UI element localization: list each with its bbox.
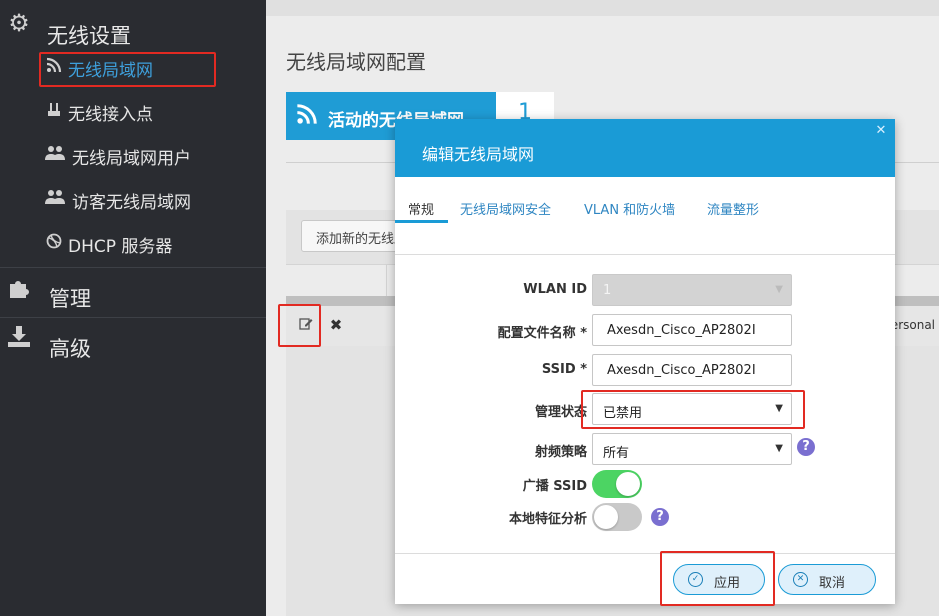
cancel-button-label: 取消 — [819, 576, 846, 591]
page-title: 无线局域网配置 — [286, 50, 426, 74]
broadcast-ssid-label: 广播 SSID — [522, 479, 587, 494]
wlan-id-label: WLAN ID — [523, 282, 587, 297]
puzzle-icon — [6, 276, 32, 302]
toggle-knob — [594, 505, 618, 529]
wifi-rss-icon — [296, 103, 318, 131]
delete-icon[interactable]: ✖ — [328, 316, 344, 334]
edit-wlan-modal: 编辑无线局域网 ✕ 常规 无线局域网安全 VLAN 和防火墙 流量整形 WLAN… — [395, 119, 895, 604]
broadcast-ssid-row: 广播 SSID — [395, 470, 895, 502]
highlight-box-edit — [278, 304, 321, 347]
sidebar-item-wlan-users[interactable]: 无线局域网用户 — [40, 140, 260, 176]
local-profiling-toggle[interactable] — [592, 503, 642, 531]
close-icon[interactable]: ✕ — [874, 124, 888, 138]
highlight-box-wlan — [39, 52, 216, 87]
broadcast-ssid-toggle[interactable] — [592, 470, 642, 498]
sidebar-item-access-points[interactable]: 无线接入点 — [40, 96, 260, 132]
profile-name-input[interactable]: Axesdn_Cisco_AP2802I — [592, 314, 792, 346]
guest-users-icon — [45, 189, 65, 207]
radio-policy-select[interactable]: 所有 ▼ — [592, 433, 792, 465]
chevron-down-icon: ▼ — [775, 443, 783, 454]
modal-title: 编辑无线局域网 — [422, 145, 535, 164]
cancel-button[interactable]: ✕ 取消 — [778, 564, 876, 595]
download-icon — [6, 324, 32, 350]
sidebar-section-label: 高级 — [49, 337, 91, 361]
column-divider — [386, 265, 387, 297]
help-icon[interactable]: ? — [651, 508, 669, 526]
sidebar-item-label: 无线局域网用户 — [72, 149, 191, 169]
sidebar-section-management[interactable]: 管理 — [0, 268, 266, 318]
chevron-down-icon: ▼ — [775, 284, 783, 295]
ssid-input[interactable]: Axesdn_Cisco_AP2802I — [592, 354, 792, 386]
admin-state-label: 管理状态 — [534, 405, 587, 420]
toggle-knob — [616, 472, 640, 496]
highlight-box-apply — [660, 551, 775, 606]
sidebar-section-label: 管理 — [49, 287, 91, 311]
wlan-id-row: WLAN ID 1 ▼ — [395, 274, 895, 306]
dhcp-globe-icon — [45, 233, 63, 251]
radio-policy-label: 射频策略 — [534, 445, 587, 460]
sidebar: ⚙ 无线设置 无线局域网 无线接入点 无线局域网用户 访客无线局域网 DHCP … — [0, 0, 266, 616]
sidebar-item-dhcp[interactable]: DHCP 服务器 — [40, 228, 260, 264]
highlight-box-admin-state — [581, 390, 805, 429]
gear-icon: ⚙ — [8, 9, 30, 37]
sidebar-section-advanced[interactable]: 高级 — [0, 318, 266, 368]
wlan-id-select: 1 ▼ — [592, 274, 792, 306]
profile-name-row: 配置文件名称 * Axesdn_Cisco_AP2802I — [395, 314, 895, 346]
sidebar-item-label: 访客无线局域网 — [72, 193, 191, 213]
tab-wlan-security[interactable]: 无线局域网安全 — [460, 199, 551, 225]
active-tab-indicator — [395, 220, 448, 223]
radio-policy-row: 射频策略 所有 ▼ ? — [395, 433, 895, 465]
divider — [395, 553, 895, 554]
sidebar-item-label: 无线接入点 — [68, 105, 153, 125]
radio-policy-value: 所有 — [603, 446, 630, 461]
sidebar-section-wireless[interactable]: ⚙ 无线设置 — [0, 0, 266, 50]
users-icon — [45, 145, 65, 163]
divider — [395, 254, 895, 255]
sidebar-section-label: 无线设置 — [47, 24, 131, 48]
sidebar-item-label: DHCP 服务器 — [68, 237, 173, 257]
modal-tabs: 常规 无线局域网安全 VLAN 和防火墙 流量整形 — [395, 177, 895, 255]
tab-vlan-firewall[interactable]: VLAN 和防火墙 — [584, 199, 675, 225]
help-icon[interactable]: ? — [797, 438, 815, 456]
close-circle-icon: ✕ — [793, 572, 808, 587]
local-profiling-label: 本地特征分析 — [508, 512, 587, 527]
modal-header: 编辑无线局域网 ✕ — [395, 119, 895, 177]
top-bar — [266, 0, 939, 16]
wlan-id-value: 1 — [603, 283, 612, 298]
local-profiling-row: 本地特征分析 ? — [395, 503, 895, 535]
access-point-icon — [45, 101, 63, 119]
ssid-row: SSID * Axesdn_Cisco_AP2802I — [395, 354, 895, 386]
ssid-label: SSID * — [541, 362, 587, 377]
sidebar-item-guest-wlan[interactable]: 访客无线局域网 — [40, 184, 260, 220]
profile-name-label: 配置文件名称 * — [497, 326, 587, 341]
tab-traffic-shaping[interactable]: 流量整形 — [707, 199, 759, 225]
